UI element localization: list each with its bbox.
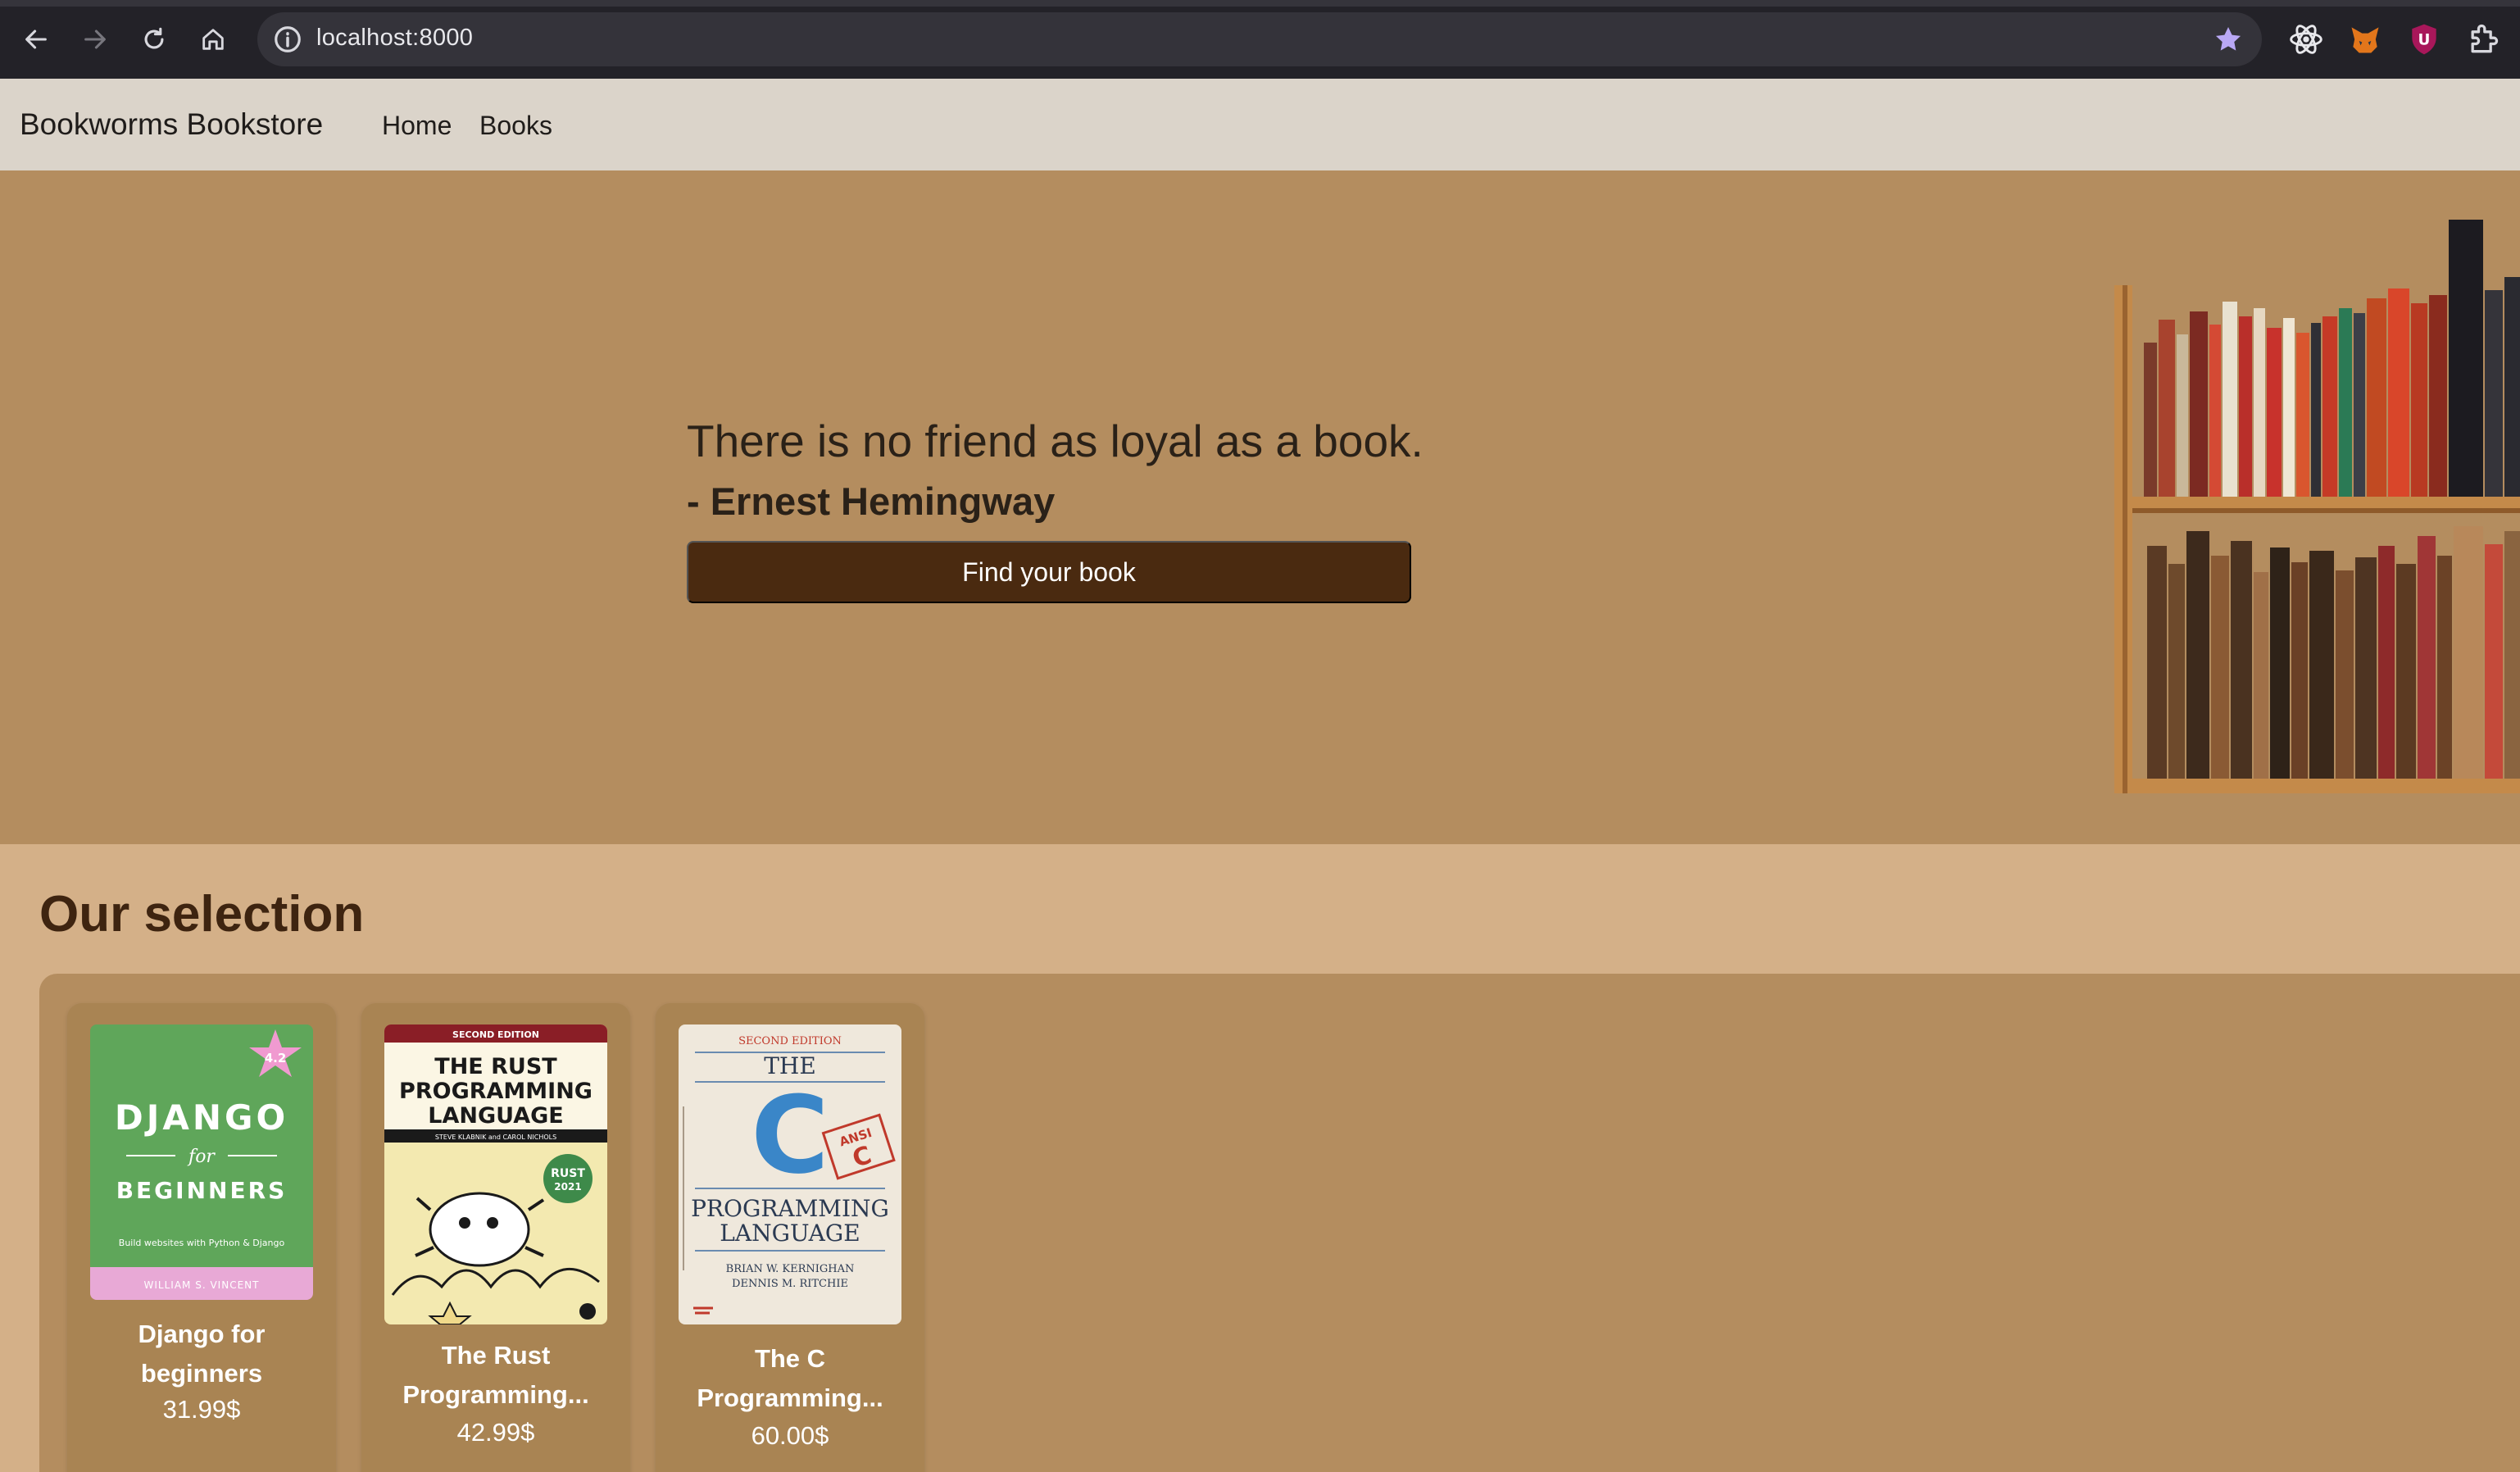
- book-title[interactable]: Django for beginners: [75, 1315, 328, 1393]
- svg-text:PROGRAMMING: PROGRAMMING: [399, 1079, 593, 1104]
- svg-text:BEGINNERS: BEGINNERS: [116, 1177, 288, 1204]
- svg-text:STEVE KLABNIK and CAROL NICHOL: STEVE KLABNIK and CAROL NICHOLS: [435, 1134, 556, 1141]
- svg-text:SECOND EDITION: SECOND EDITION: [738, 1035, 842, 1047]
- back-arrow-icon: [25, 30, 47, 49]
- site-info-icon[interactable]: [272, 24, 303, 55]
- hero-author: - Ernest Hemingway: [687, 479, 1056, 523]
- reload-icon: [144, 27, 164, 49]
- forward-arrow-icon: [84, 30, 106, 49]
- svg-text:for: for: [187, 1147, 216, 1167]
- svg-text:SECOND EDITION: SECOND EDITION: [452, 1029, 539, 1040]
- selection-heading: Our selection: [39, 886, 365, 943]
- home-button[interactable]: [193, 20, 233, 59]
- book-card[interactable]: SECOND EDITION THE RUST PROGRAMMING LANG…: [361, 1003, 630, 1472]
- svg-text:RUST: RUST: [551, 1167, 585, 1180]
- book-price: 42.99$: [456, 1418, 535, 1447]
- book-card[interactable]: SECOND EDITION THE C ANSI C PROGRAMMING …: [656, 1003, 924, 1472]
- bookmark-star-icon[interactable]: [2213, 24, 2244, 55]
- reload-button[interactable]: [134, 20, 174, 59]
- metamask-fox-icon[interactable]: [2347, 21, 2383, 57]
- brand-link[interactable]: Bookworms Bookstore: [20, 107, 323, 142]
- svg-text:WILLIAM S. VINCENT: WILLIAM S. VINCENT: [144, 1279, 260, 1291]
- home-icon: [202, 29, 224, 50]
- nav-link-books[interactable]: Books: [479, 111, 552, 141]
- book-title[interactable]: The Rust Programming...: [370, 1336, 622, 1415]
- find-your-book-button[interactable]: Find your book: [687, 541, 1411, 603]
- book-selection-panel: 4.2 DJANGO for BEGINNERS Build websites …: [39, 974, 2520, 1472]
- hero-quote: There is no friend as loyal as a book.: [687, 416, 1423, 466]
- book-price: 31.99$: [162, 1395, 241, 1424]
- book-cover-django[interactable]: 4.2 DJANGO for BEGINNERS Build websites …: [90, 1024, 313, 1300]
- nav-link-home[interactable]: Home: [382, 111, 452, 141]
- forward-button[interactable]: [75, 20, 115, 59]
- address-bar[interactable]: localhost:8000: [257, 12, 2262, 66]
- book-cover-rust[interactable]: SECOND EDITION THE RUST PROGRAMMING LANG…: [384, 1024, 607, 1324]
- svg-text:U: U: [2418, 31, 2431, 48]
- svg-text:Build websites with Python & D: Build websites with Python & Django: [119, 1238, 285, 1248]
- svg-text:C: C: [751, 1073, 829, 1197]
- svg-text:BRIAN W. KERNIGHAN: BRIAN W. KERNIGHAN: [726, 1263, 855, 1275]
- tab-strip-edge: [0, 0, 2520, 7]
- svg-text:DENNIS M. RITCHIE: DENNIS M. RITCHIE: [732, 1278, 848, 1290]
- site-navbar: Bookworms Bookstore Home Books: [0, 79, 2520, 170]
- react-devtools-icon[interactable]: [2288, 21, 2324, 57]
- svg-text:PROGRAMMING: PROGRAMMING: [691, 1195, 889, 1222]
- url-text[interactable]: localhost:8000: [316, 25, 473, 52]
- ublock-shield-icon[interactable]: U: [2406, 21, 2442, 57]
- book-cover-c[interactable]: SECOND EDITION THE C ANSI C PROGRAMMING …: [679, 1024, 901, 1324]
- browser-toolbar: localhost:8000 U: [0, 0, 2520, 79]
- bookshelf-image: [2114, 220, 2520, 793]
- svg-text:THE RUST: THE RUST: [434, 1054, 557, 1079]
- back-button[interactable]: [16, 20, 56, 59]
- svg-text:DJANGO: DJANGO: [115, 1097, 288, 1138]
- book-card[interactable]: 4.2 DJANGO for BEGINNERS Build websites …: [67, 1003, 336, 1472]
- svg-text:2021: 2021: [554, 1181, 581, 1193]
- svg-text:LANGUAGE: LANGUAGE: [720, 1220, 860, 1247]
- extensions-puzzle-icon[interactable]: [2465, 21, 2501, 57]
- svg-text:LANGUAGE: LANGUAGE: [428, 1103, 563, 1129]
- svg-text:4.2: 4.2: [265, 1051, 287, 1065]
- book-title[interactable]: The C Programming...: [664, 1339, 916, 1418]
- book-price: 60.00$: [751, 1421, 829, 1450]
- hero-section: There is no friend as loyal as a book. -…: [0, 170, 2520, 844]
